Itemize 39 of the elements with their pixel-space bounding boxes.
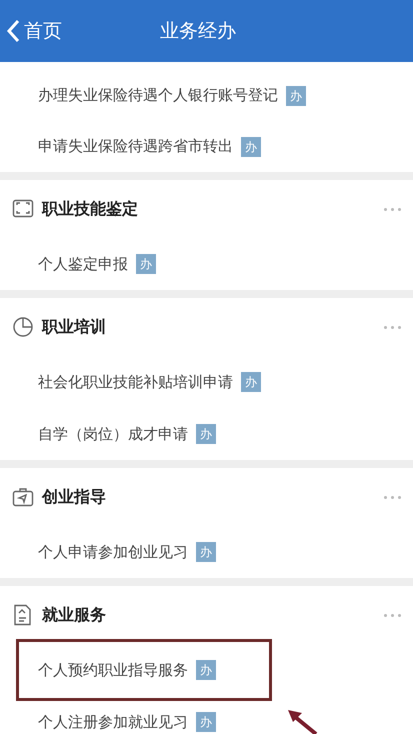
handle-badge: 办: [136, 254, 156, 274]
section-title: 创业指导: [42, 486, 106, 508]
handle-badge: 办: [241, 136, 261, 156]
pie-chart-icon: [12, 316, 34, 338]
annotation-arrow: [286, 708, 318, 734]
back-button[interactable]: 首页: [0, 16, 62, 46]
service-item[interactable]: 个人申请参加创业见习 办: [38, 540, 216, 564]
item-label: 社会化职业技能补贴培训申请: [38, 372, 233, 393]
back-icon: [6, 19, 20, 43]
handle-badge: 办: [196, 424, 216, 444]
service-item[interactable]: 自学（岗位）成才申请 办: [38, 422, 216, 446]
section-title: 职业培训: [42, 316, 106, 338]
more-button[interactable]: [382, 324, 403, 330]
more-button[interactable]: [382, 612, 403, 618]
section-title: 职业技能鉴定: [42, 198, 138, 220]
handle-badge: 办: [196, 542, 216, 562]
item-label: 个人鉴定申报: [38, 254, 128, 275]
section-title: 就业服务: [42, 604, 106, 626]
more-button[interactable]: [382, 494, 403, 500]
handle-badge: 办: [196, 712, 216, 732]
service-item[interactable]: 社会化职业技能补贴培训申请 办: [38, 370, 261, 394]
service-item[interactable]: 个人鉴定申报 办: [38, 252, 156, 276]
frame-icon: [12, 198, 34, 220]
item-label: 申请失业保险待遇跨省市转出: [38, 136, 233, 158]
service-item[interactable]: 个人注册参加就业见习 办: [38, 710, 216, 734]
briefcase-icon: [12, 486, 34, 508]
service-item[interactable]: 申请失业保险待遇跨省市转出 办: [38, 135, 261, 158]
more-button[interactable]: [382, 206, 403, 212]
handle-badge: 办: [241, 372, 261, 392]
item-label: 办理失业保险待遇个人银行账号登记: [38, 85, 278, 106]
item-label: 个人预约职业指导服务: [38, 660, 188, 681]
item-label: 自学（岗位）成才申请: [38, 424, 188, 445]
service-item[interactable]: 办理失业保险待遇个人银行账号登记 办: [38, 84, 306, 107]
item-label: 个人注册参加就业见习: [38, 712, 188, 733]
item-label: 个人申请参加创业见习: [38, 542, 188, 563]
handle-badge: 办: [196, 660, 216, 680]
handle-badge: 办: [286, 86, 306, 106]
page-title: 业务经办: [160, 18, 236, 44]
service-item[interactable]: 个人预约职业指导服务 办: [16, 639, 272, 701]
